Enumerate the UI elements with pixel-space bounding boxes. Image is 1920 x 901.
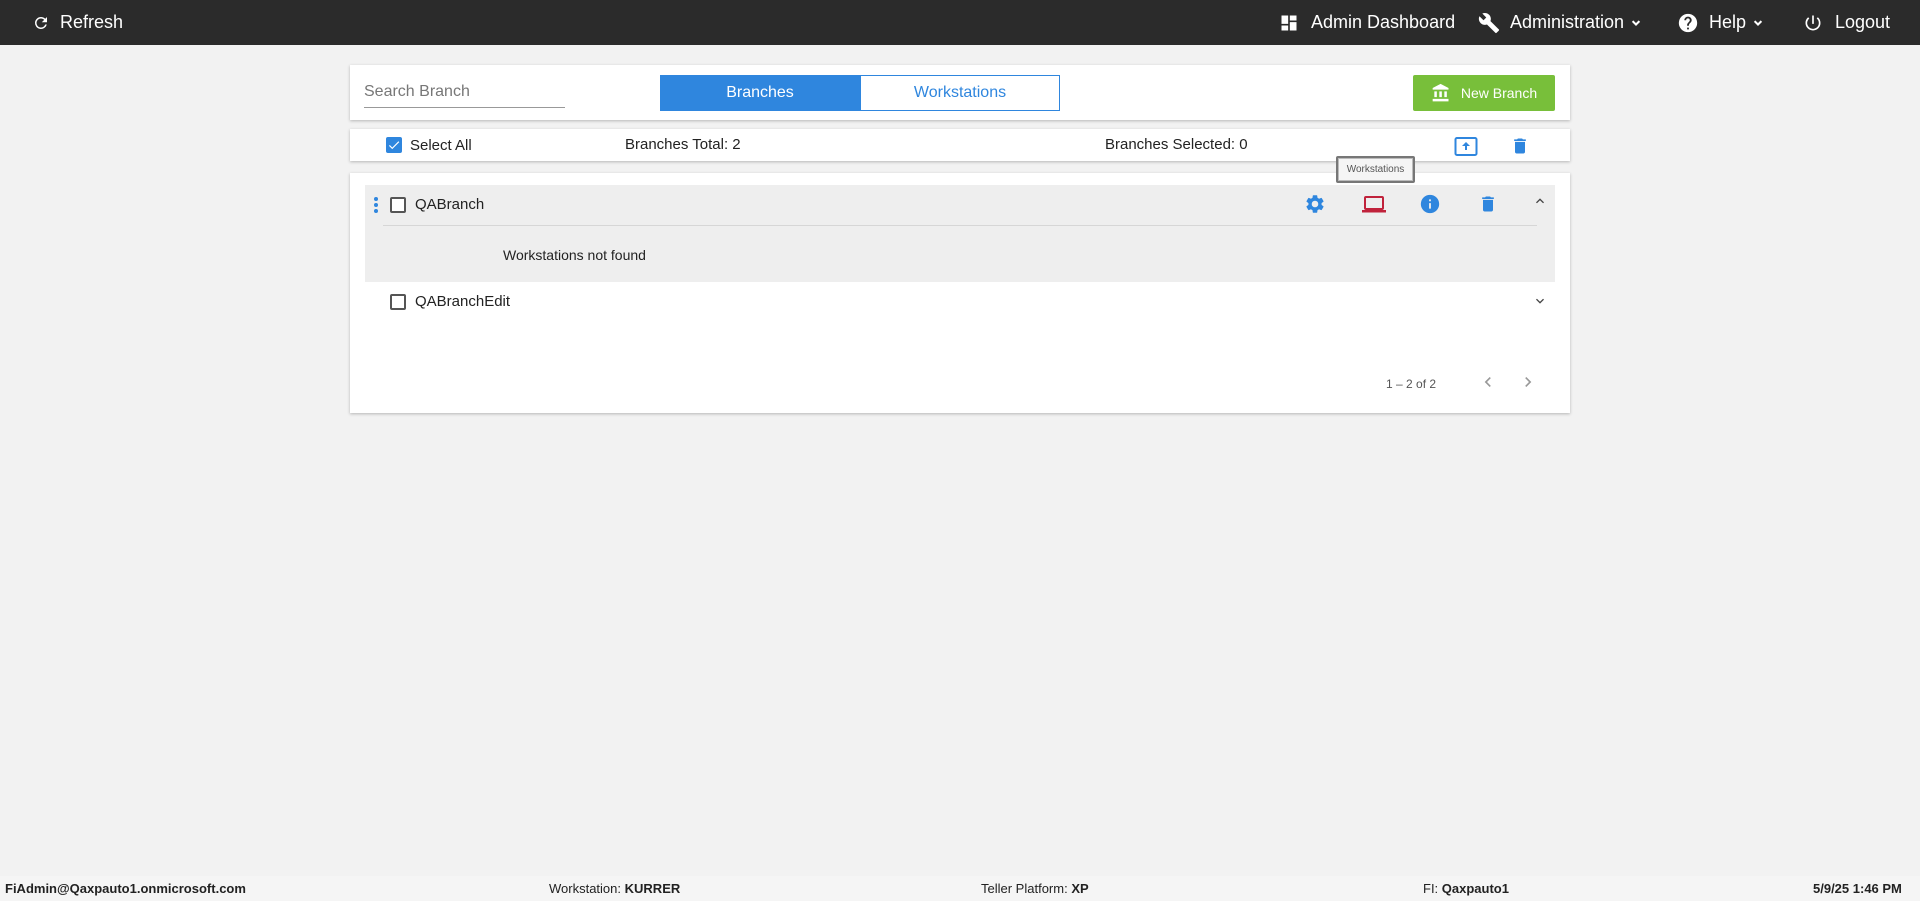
help-circle-icon — [1678, 13, 1698, 32]
top-bar: Refresh Admin Dashboard Administration H… — [0, 0, 1920, 45]
branch-settings-button[interactable] — [1304, 193, 1326, 220]
branch-info-button[interactable] — [1419, 193, 1441, 220]
help-menu[interactable]: Help — [1677, 0, 1765, 45]
select-all-checkbox[interactable] — [386, 137, 402, 153]
trash-icon — [1482, 196, 1494, 212]
branch-checkbox[interactable] — [390, 294, 406, 310]
status-user: FiAdmin@Qaxpauto1.onmicrosoft.com — [5, 881, 246, 896]
branches-selected: Branches Selected: 0 — [1105, 136, 1248, 153]
new-branch-label: New Branch — [1460, 85, 1538, 101]
laptop-icon — [1362, 196, 1386, 213]
toolbar-panel: Branches Workstations New Branch — [350, 65, 1570, 120]
branch-row: QABranchEdit — [365, 282, 1555, 324]
refresh-icon — [34, 16, 47, 29]
export-icon — [1454, 137, 1478, 156]
chevron-right-icon — [1525, 377, 1532, 387]
search-input[interactable] — [364, 78, 565, 106]
logout-label: Logout — [1835, 12, 1891, 32]
status-workstation-label: Workstation: — [549, 881, 622, 896]
branch-checkbox[interactable] — [390, 197, 406, 213]
status-fi-value: Qaxpauto1 — [1441, 881, 1509, 896]
info-icon — [1420, 194, 1440, 214]
select-all-label: Select All — [410, 137, 472, 154]
branch-row: QABranch Workstations not found — [365, 185, 1555, 282]
branch-list-panel: QABranch Workstations not found QABranch… — [350, 173, 1570, 413]
check-icon — [388, 141, 400, 150]
collapse-button[interactable] — [1532, 193, 1548, 214]
chevron-down-icon — [1753, 19, 1763, 26]
branches-total: Branches Total: 2 — [625, 136, 741, 153]
wrench-icon — [1478, 12, 1500, 33]
administration-menu[interactable]: Administration — [1478, 0, 1643, 45]
branch-name: QABranch — [415, 196, 485, 213]
status-workstation: Workstation: KURRER — [549, 881, 680, 896]
branch-delete-button[interactable] — [1478, 193, 1498, 220]
tab-workstations[interactable]: Workstations — [860, 75, 1060, 111]
refresh-button[interactable]: Refresh — [32, 0, 123, 45]
previous-page-button[interactable] — [1478, 372, 1498, 397]
chevron-down-icon — [1536, 298, 1544, 304]
delete-selected-button[interactable] — [1510, 135, 1530, 162]
admin-dashboard-link[interactable]: Admin Dashboard — [1279, 0, 1455, 45]
chevron-left-icon — [1484, 377, 1491, 387]
new-branch-button[interactable]: New Branch — [1413, 75, 1555, 111]
gear-icon — [1306, 195, 1324, 213]
branch-name: QABranchEdit — [415, 293, 511, 310]
status-teller-platform: Teller Platform: XP — [981, 881, 1089, 896]
help-label: Help — [1709, 12, 1747, 32]
search-field — [364, 78, 565, 108]
bank-icon — [1432, 83, 1449, 102]
status-fi: FI: Qaxpauto1 — [1423, 881, 1509, 896]
dashboard-icon — [1281, 15, 1297, 30]
status-fi-label: FI: — [1423, 881, 1439, 896]
next-page-button[interactable] — [1518, 372, 1538, 397]
status-teller-platform-value: XP — [1071, 881, 1089, 896]
refresh-label: Refresh — [60, 12, 124, 32]
branch-workstations-button[interactable] — [1361, 193, 1387, 220]
power-icon — [1805, 15, 1821, 30]
admin-dashboard-label: Admin Dashboard — [1311, 12, 1456, 32]
empty-workstations-message: Workstations not found — [503, 247, 646, 263]
logout-button[interactable]: Logout — [1803, 0, 1890, 45]
expand-button[interactable] — [1532, 293, 1548, 314]
status-workstation-value: KURRER — [624, 881, 681, 896]
workstations-tooltip: Workstations — [1336, 156, 1415, 183]
divider — [383, 225, 1537, 226]
pagination-range: 1 – 2 of 2 — [1386, 377, 1437, 391]
drag-handle-icon[interactable] — [373, 196, 379, 219]
administration-label: Administration — [1510, 12, 1625, 32]
trash-icon — [1514, 138, 1526, 154]
status-teller-platform-label: Teller Platform: — [981, 881, 1068, 896]
status-bar: FiAdmin@Qaxpauto1.onmicrosoft.com Workst… — [0, 876, 1920, 901]
chevron-down-icon — [1631, 19, 1641, 26]
export-button[interactable] — [1454, 135, 1478, 162]
chevron-up-icon — [1536, 198, 1544, 204]
tab-branches[interactable]: Branches — [660, 75, 860, 111]
status-datetime: 5/9/25 1:46 PM — [1813, 881, 1902, 896]
